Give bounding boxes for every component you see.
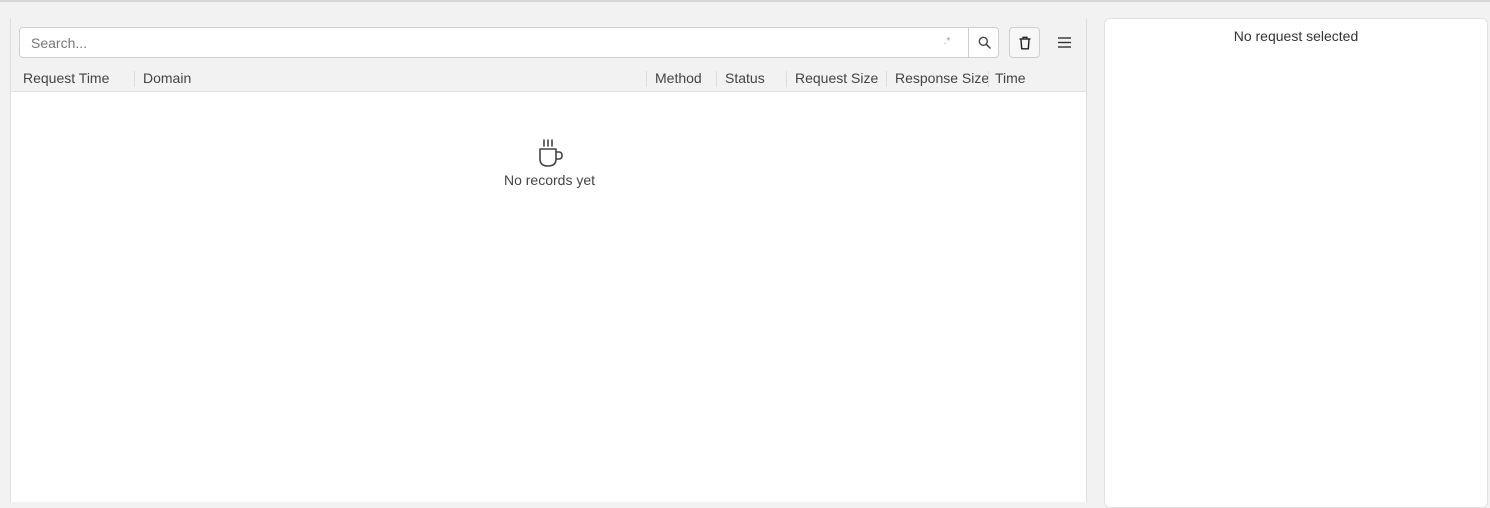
column-divider[interactable] (988, 71, 989, 87)
coffee-cup-icon (538, 139, 563, 167)
column-divider[interactable] (646, 71, 647, 87)
column-header-method[interactable]: Method (655, 66, 717, 91)
column-header-request-size[interactable]: Request Size (795, 66, 887, 91)
regex-toggle-icon[interactable]: .* (941, 34, 953, 50)
search-input[interactable] (20, 28, 960, 57)
window-top-border (0, 0, 1490, 2)
column-header-response-size[interactable]: Response Size (895, 66, 988, 91)
trash-icon (1019, 36, 1030, 49)
search-icon (978, 36, 991, 49)
clear-records-button[interactable] (1009, 27, 1040, 58)
search-button[interactable] (968, 28, 999, 57)
column-divider[interactable] (134, 71, 135, 87)
column-divider[interactable] (716, 71, 717, 87)
column-header-domain[interactable]: Domain (143, 66, 643, 91)
hamburger-menu-icon (1057, 37, 1071, 48)
toolbar: .* (11, 18, 1086, 66)
request-list-panel: .* Request Time D (10, 18, 1087, 502)
column-header-request-time[interactable]: Request Time (23, 66, 133, 91)
empty-state-message: No records yet (503, 172, 596, 188)
column-divider[interactable] (786, 71, 787, 87)
column-divider[interactable] (886, 71, 887, 87)
no-selection-message: No request selected (1233, 28, 1359, 44)
menu-button[interactable] (1051, 27, 1077, 58)
table-header: Request Time Domain Method Status Reques… (11, 66, 1086, 92)
empty-state: No records yet (11, 138, 1088, 188)
column-header-status[interactable]: Status (725, 66, 787, 91)
column-header-time[interactable]: Time (995, 66, 1055, 91)
request-detail-panel: No request selected (1104, 18, 1488, 508)
search-box: .* (19, 27, 999, 58)
